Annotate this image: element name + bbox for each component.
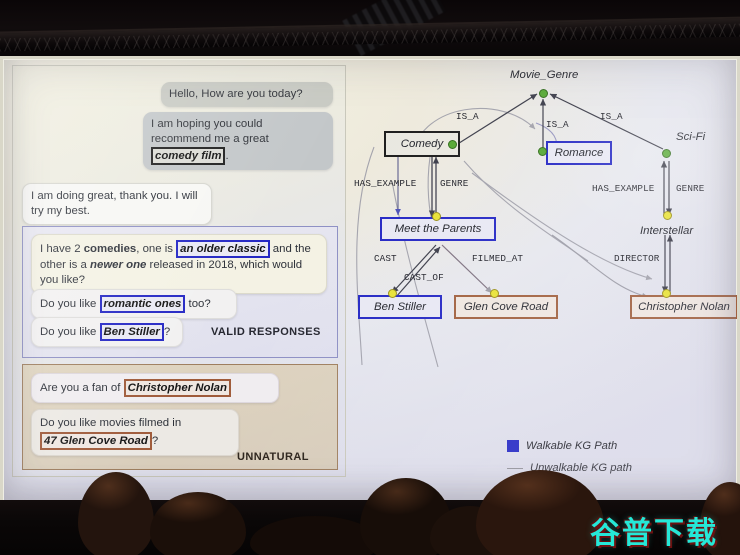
valid-responses-label: VALID RESPONSES [211,326,321,338]
kg-node-label-sci-fi: Sci-Fi [676,131,706,143]
kg-node-label-comedy: Comedy [400,138,444,150]
bubble-text-pre: Do you like movies filmed in [40,417,182,429]
kg-node-dot-glen-cove-road [490,289,499,298]
valid-responses-group: I have 2 comedies, one is an older class… [22,226,338,358]
kg-node-ben-stiller: Ben Stiller [358,295,442,319]
emphasis-newer-one: newer one [90,259,147,271]
kg-node-dot-interstellar [663,211,672,220]
chat-bubble-christopher-nolan: Are you a fan of Christopher Nolan [31,373,279,403]
projection-screen: Hello, How are you today? I am hoping yo… [0,56,740,508]
unnatural-label: UNNATURAL [237,451,309,463]
kg-node-dot-comedy [448,140,457,149]
kg-edge-label-genre-sci-fi: GENRE [676,183,705,194]
unnatural-responses-group: Are you a fan of Christopher Nolan Do yo… [22,364,338,470]
bubble-text-mid1: , one is [136,243,177,255]
bubble-text-pre: I have 2 [40,243,84,255]
highlight-christopher-nolan: Christopher Nolan [123,379,231,397]
kg-node-label-glen-cove-road: Glen Cove Road [463,301,549,313]
kg-node-dot-movie-genre [539,89,548,98]
kg-edge-label-is-a-romance: IS_A [546,119,569,130]
bubble-text-post: ? [151,435,159,447]
bubble-text-pre: I am hoping you could recommend me a gre… [151,118,269,145]
kg-node-label-ben-stiller: Ben Stiller [374,301,426,313]
kg-node-christopher-nolan: Christopher Nolan [630,295,738,319]
knowledge-graph: Movie_Genre Comedy Romance Sci-Fi Meet t… [352,65,738,495]
bubble-text-pre: Do you like [40,298,100,310]
bubble-text: I am doing great, thank you. I will try … [31,190,198,217]
bubble-text-post: ? [163,326,171,338]
photo-scene: Hello, How are you today? I am hoping yo… [0,0,740,555]
kg-node-dot-sci-fi [662,149,671,158]
chat-bubble-romantic-ones: Do you like romantic ones too? [31,289,237,319]
kg-edge-label-has-example-sci-fi: HAS_EXAMPLE [592,183,655,194]
kg-edge-label-is-a-comedy: IS_A [456,111,479,122]
chat-bubble-ben-stiller: Do you like Ben Stiller? [31,317,183,347]
kg-edge-label-cast-of: CAST_OF [404,272,444,283]
bubble-text: Hello, How are you today? [169,88,303,100]
slide-surface: Hello, How are you today? I am hoping yo… [4,60,740,504]
kg-node-glen-cove-road: Glen Cove Road [454,295,558,319]
bubble-text-post: too? [185,298,211,310]
kg-edge-label-director: DIRECTOR [614,253,660,264]
bubble-text-pre: Do you like [40,326,100,338]
kg-node-romance: Romance [546,141,612,165]
chat-bubble-user-request: I am hoping you could recommend me a gre… [143,112,333,170]
bubble-text-post: . [225,150,229,162]
chat-bubble-agent-greeting: I am doing great, thank you. I will try … [22,183,212,225]
kg-node-dot-romance [538,147,547,156]
highlight-47-glen-cove-road: 47 Glen Cove Road [40,432,152,450]
highlight-ben-stiller: Ben Stiller [99,323,164,341]
kg-node-label-interstellar: Interstellar [640,225,694,237]
bubble-text-pre: Are you a fan of [40,382,124,394]
kg-node-label-romance: Romance [554,147,604,159]
chat-bubble-glen-cove-road: Do you like movies filmed in 47 Glen Cov… [31,409,239,456]
kg-node-dot-ben-stiller [388,289,397,298]
kg-node-dot-christopher-nolan [662,289,671,298]
chat-bubble-user-greeting: Hello, How are you today? [161,82,333,107]
emphasis-comedies: comedies [83,243,137,255]
kg-edge-label-is-a-sci-fi: IS_A [600,111,623,122]
kg-node-label-movie-genre: Movie_Genre [510,69,579,81]
legend-label-walkable: Walkable KG Path [526,440,618,452]
kg-edge-label-filmed-at: FILMED_AT [472,253,524,264]
legend-row-walkable: Walkable KG Path [507,440,617,452]
kg-edge-label-genre-comedy: GENRE [440,178,469,189]
kg-edge-label-has-example-comedy: HAS_EXAMPLE [354,178,417,189]
unwalkable-line-icon [507,467,523,469]
kg-edge-label-cast: CAST [374,253,397,264]
kg-node-label-meet-the-parents: Meet the Parents [394,223,482,235]
kg-node-dot-meet-the-parents [432,212,441,221]
chat-bubble-two-comedies: I have 2 comedies, one is an older class… [31,234,327,294]
watermark: 谷普下载 [590,516,718,551]
highlight-romantic-ones: romantic ones [99,295,186,313]
walkable-swatch-icon [507,440,519,452]
highlight-comedy-film: comedy film [151,147,226,165]
kg-node-label-christopher-nolan: Christopher Nolan [638,301,730,313]
dialogue-panel: Hello, How are you today? I am hoping yo… [12,65,346,477]
highlight-an-older-classic: an older classic [176,240,270,258]
